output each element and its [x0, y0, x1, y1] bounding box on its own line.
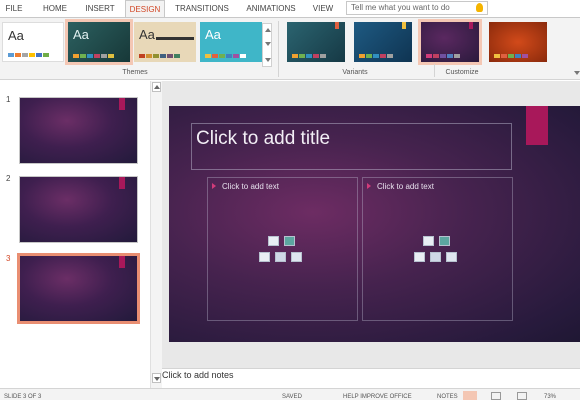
variants-more-icon[interactable] [574, 71, 580, 75]
variant-tag [469, 22, 473, 29]
title-placeholder[interactable]: Click to add title [191, 123, 512, 170]
scroll-up-icon[interactable] [265, 28, 271, 32]
insert-content-icons [412, 234, 458, 268]
slide-number-current: 3 [6, 254, 11, 263]
help-improve-link[interactable]: HELP IMPROVE OFFICE [343, 394, 412, 400]
insert-picture-icon[interactable] [430, 252, 441, 262]
variant-tag [335, 22, 339, 29]
theme-swatches [73, 54, 114, 58]
slide-number: 1 [6, 95, 11, 104]
insert-video-icon[interactable] [446, 252, 457, 262]
lightbulb-icon [476, 3, 483, 12]
theme-label: Aa [8, 28, 24, 43]
content-bullet: Click to add text [212, 182, 279, 191]
insert-table-icon[interactable] [423, 236, 434, 246]
ribbon: Aa Aa Aa Aa Themes Variants Customize [0, 17, 580, 80]
insert-chart-icon[interactable] [439, 236, 450, 246]
slide-thumbnail-1[interactable] [19, 97, 138, 164]
theme-teal-dark[interactable]: Aa [65, 19, 133, 65]
normal-view-icon[interactable] [463, 391, 477, 400]
customize-group-label: Customize [445, 69, 479, 76]
variant-swatches [426, 54, 460, 58]
variant-tag [402, 22, 406, 29]
variant-swatches [292, 54, 326, 58]
variant-teal[interactable] [287, 22, 345, 62]
tab-insert[interactable]: INSERT [84, 0, 116, 17]
panel-scrollbar[interactable] [150, 81, 162, 388]
tab-animations[interactable]: ANIMATIONS [243, 0, 299, 17]
theme-swatches [139, 54, 180, 58]
tab-home[interactable]: HOME [40, 0, 70, 17]
tab-file[interactable]: FILE [4, 0, 24, 17]
slide-sorter-icon[interactable] [491, 392, 501, 400]
themes-group-label: Themes [122, 69, 148, 76]
theme-swatches [8, 53, 49, 57]
insert-video-icon[interactable] [291, 252, 302, 262]
tell-me-placeholder: Tell me what you want to do [351, 3, 450, 12]
more-themes-icon[interactable] [265, 58, 271, 62]
slide-thumbnail-2[interactable] [19, 176, 138, 243]
scroll-down-icon[interactable] [265, 42, 271, 46]
insert-picture-icon[interactable] [275, 252, 286, 262]
insert-smartart-icon[interactable] [259, 252, 270, 262]
theme-bar [156, 37, 194, 40]
notes-toggle[interactable]: NOTES [437, 394, 458, 400]
slide-tag [119, 98, 125, 110]
theme-office[interactable]: Aa [2, 22, 64, 62]
tab-design[interactable]: DESIGN [125, 0, 165, 17]
slide-thumbnail-3[interactable] [17, 253, 140, 324]
notes-pane[interactable]: Click to add notes [162, 368, 580, 388]
slide-number: 2 [6, 174, 11, 183]
notes-placeholder: Click to add notes [162, 370, 234, 380]
tab-transitions[interactable]: TRANSITIONS [175, 0, 229, 17]
insert-smartart-icon[interactable] [414, 252, 425, 262]
scroll-down-icon [154, 377, 160, 381]
scroll-up-button[interactable] [152, 82, 161, 92]
variants-group-label: Variants [342, 69, 368, 76]
save-status: SAVED [282, 394, 302, 400]
bullet-icon [367, 183, 371, 189]
slide-count: SLIDE 3 OF 3 [4, 394, 42, 400]
slide-accent-tag [526, 106, 548, 145]
variant-purple[interactable] [418, 19, 482, 65]
theme-tan[interactable]: Aa [134, 22, 196, 62]
content-placeholder-left[interactable]: Click to add text [207, 177, 358, 321]
slide-tag [119, 177, 125, 189]
variant-swatches [359, 54, 393, 58]
variant-blue[interactable] [354, 22, 412, 62]
zoom-level[interactable]: 73% [544, 394, 556, 400]
divider [434, 64, 435, 77]
content-bullet: Click to add text [367, 182, 434, 191]
slide-tag [119, 256, 125, 268]
tab-view[interactable]: VIEW [311, 0, 335, 17]
insert-content-icons [257, 234, 303, 268]
slide-canvas[interactable]: Click to add title Click to add text Cli… [169, 106, 580, 342]
scroll-up-icon [154, 85, 160, 89]
scroll-down-button[interactable] [152, 373, 161, 383]
status-bar: SLIDE 3 OF 3 SAVED HELP IMPROVE OFFICE N… [0, 388, 580, 400]
ribbon-tabs: FILE HOME INSERT DESIGN TRANSITIONS ANIM… [0, 0, 580, 17]
variant-swatches [494, 54, 528, 58]
theme-label: Aa [139, 27, 155, 42]
theme-label: Aa [205, 27, 221, 42]
title-placeholder-text: Click to add title [196, 128, 331, 149]
content-placeholder-text: Click to add text [222, 182, 279, 191]
themes-gallery-scroll[interactable] [262, 23, 272, 67]
insert-table-icon[interactable] [268, 236, 279, 246]
slides-panel: 1 2 3 [0, 81, 162, 388]
bullet-icon [212, 183, 216, 189]
variant-orange[interactable] [489, 22, 547, 62]
theme-swatches [205, 54, 246, 58]
content-placeholder-right[interactable]: Click to add text [362, 177, 513, 321]
insert-chart-icon[interactable] [284, 236, 295, 246]
tell-me-box[interactable]: Tell me what you want to do [346, 1, 488, 15]
theme-aqua[interactable]: Aa [200, 22, 262, 62]
divider [278, 21, 279, 77]
theme-label: Aa [73, 27, 89, 42]
reading-view-icon[interactable] [517, 392, 527, 400]
content-placeholder-text: Click to add text [377, 182, 434, 191]
